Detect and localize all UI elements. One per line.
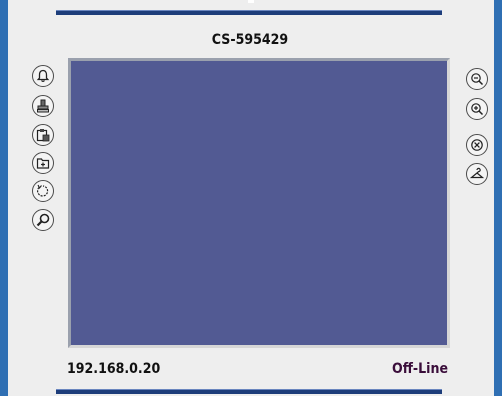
clipboard-icon	[36, 129, 50, 142]
stamp-icon	[37, 99, 49, 113]
rotate-button[interactable]	[32, 180, 54, 202]
rotate-icon	[36, 184, 49, 197]
hanger-icon	[469, 167, 485, 179]
search-button[interactable]	[32, 209, 54, 231]
zoom-in-button[interactable]	[466, 98, 488, 120]
stamp-button[interactable]	[32, 95, 54, 117]
connection-status: Off-Line	[392, 361, 448, 377]
close-button[interactable]	[466, 134, 488, 156]
bell-icon	[36, 69, 50, 82]
window-right-edge	[494, 0, 502, 396]
clipboard-button[interactable]	[32, 124, 54, 146]
bottom-bar	[56, 389, 442, 394]
zoom-out-icon	[471, 73, 484, 86]
bell-button[interactable]	[32, 65, 54, 87]
top-notch	[248, 0, 254, 3]
hanger-button[interactable]	[466, 163, 488, 185]
search-icon	[36, 213, 50, 227]
viewer-window: CS-595429 192.168.0.20 Off-Line	[0, 0, 502, 396]
zoom-out-button[interactable]	[466, 68, 488, 90]
video-screen[interactable]	[68, 58, 450, 348]
folder-button[interactable]	[32, 152, 54, 174]
window-left-edge	[0, 0, 8, 396]
folder-add-icon	[36, 158, 50, 169]
top-bar	[56, 10, 442, 15]
device-title: CS-595429	[211, 32, 289, 48]
ip-address: 192.168.0.20	[67, 361, 161, 377]
close-circle-icon	[471, 139, 483, 151]
zoom-in-icon	[471, 103, 484, 116]
